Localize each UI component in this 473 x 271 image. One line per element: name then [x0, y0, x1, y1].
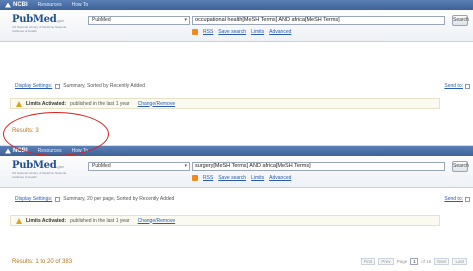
- logo-tagline: US National Library of Medicine National…: [12, 171, 67, 179]
- limits-activated-label: Limits Activated:: [26, 217, 67, 224]
- results-count: Results: 1 to 20 of 383: [12, 259, 73, 265]
- page-of-total: of 16: [421, 259, 432, 264]
- display-settings-dropdown[interactable]: [55, 83, 61, 89]
- advanced-link[interactable]: Advanced: [269, 29, 291, 35]
- rss-icon[interactable]: [192, 175, 198, 181]
- ncbi-top-bar: NCBI Resources How To: [0, 0, 473, 10]
- chevron-down-icon: ▾: [184, 17, 187, 23]
- limits-activated-label: Limits Activated:: [26, 100, 67, 107]
- send-to-dropdown[interactable]: [465, 196, 470, 202]
- change-remove-link[interactable]: Change/Remove: [138, 218, 176, 224]
- search-input[interactable]: occupational health[MeSH Terms] AND afri…: [192, 16, 445, 25]
- rss-icon[interactable]: [192, 29, 198, 35]
- pagination: First Prev Page 1 of 16 Next Last: [360, 258, 467, 265]
- limits-link[interactable]: Limits: [251, 29, 264, 35]
- resources-menu[interactable]: Resources: [38, 2, 62, 8]
- search-area: PubMed.gov US National Library of Medici…: [0, 156, 473, 188]
- display-settings-link[interactable]: Display Settings:: [15, 196, 52, 202]
- database-select[interactable]: PubMed ▾: [88, 162, 190, 171]
- display-settings-row: Display Settings: Summary, 20 per page, …: [0, 196, 473, 202]
- limits-activated-box: Limits Activated: published in the last …: [10, 98, 440, 109]
- database-select[interactable]: PubMed ▾: [88, 16, 190, 25]
- display-settings-row: Display Settings: Summary, Sorted by Rec…: [0, 83, 473, 89]
- display-settings-text: Summary, 20 per page, Sorted by Recently…: [63, 196, 175, 202]
- search-sub-links: RSS Save search Limits Advanced: [192, 29, 291, 35]
- page-number-input[interactable]: 1: [410, 258, 419, 265]
- ncbi-logo-icon: [5, 2, 11, 8]
- rss-link[interactable]: RSS: [203, 175, 213, 181]
- warning-icon: [16, 217, 22, 224]
- search-button[interactable]: Search: [452, 15, 469, 26]
- page-label: Page: [396, 259, 408, 264]
- next-page-button[interactable]: Next: [434, 258, 450, 265]
- search-button[interactable]: Search: [452, 161, 469, 172]
- limits-message: published in the last 1 year: [70, 100, 130, 107]
- display-settings-link[interactable]: Display Settings:: [15, 83, 52, 89]
- send-to-link[interactable]: Send to:: [444, 196, 463, 202]
- warning-icon: [16, 100, 22, 107]
- change-remove-link[interactable]: Change/Remove: [138, 101, 176, 107]
- limits-link[interactable]: Limits: [251, 175, 264, 181]
- display-settings-text: Summary, Sorted by Recently Added: [63, 83, 145, 89]
- send-to-link[interactable]: Send to:: [444, 83, 463, 89]
- logo-tagline: US National Library of Medicine National…: [12, 25, 67, 33]
- limits-message: published in the last 1 year: [70, 217, 130, 224]
- save-search-link[interactable]: Save search: [218, 175, 246, 181]
- advanced-link[interactable]: Advanced: [269, 175, 291, 181]
- display-settings-dropdown[interactable]: [55, 196, 61, 202]
- last-page-button[interactable]: Last: [452, 258, 467, 265]
- prev-page-button[interactable]: Prev: [378, 258, 394, 265]
- search-input[interactable]: surgery[MeSH Terms] AND africa[MeSH Term…: [192, 162, 445, 171]
- howto-menu[interactable]: How To: [72, 2, 89, 8]
- search-sub-links: RSS Save search Limits Advanced: [192, 175, 291, 181]
- highlight-circle: [3, 112, 109, 156]
- ncbi-logo-icon: [5, 148, 11, 154]
- search-panel-2: NCBI Resources How To PubMed.gov US Nati…: [0, 146, 473, 271]
- save-search-link[interactable]: Save search: [218, 29, 246, 35]
- chevron-down-icon: ▾: [184, 163, 187, 169]
- rss-link[interactable]: RSS: [203, 29, 213, 35]
- limits-activated-box: Limits Activated: published in the last …: [10, 215, 440, 226]
- pubmed-logo[interactable]: PubMed.gov US National Library of Medici…: [12, 160, 72, 179]
- ncbi-home-link[interactable]: NCBI: [5, 2, 28, 8]
- send-to-dropdown[interactable]: [465, 83, 470, 89]
- first-page-button[interactable]: First: [360, 258, 376, 265]
- search-area: PubMed.gov US National Library of Medici…: [0, 10, 473, 42]
- pubmed-logo[interactable]: PubMed.gov US National Library of Medici…: [12, 14, 72, 33]
